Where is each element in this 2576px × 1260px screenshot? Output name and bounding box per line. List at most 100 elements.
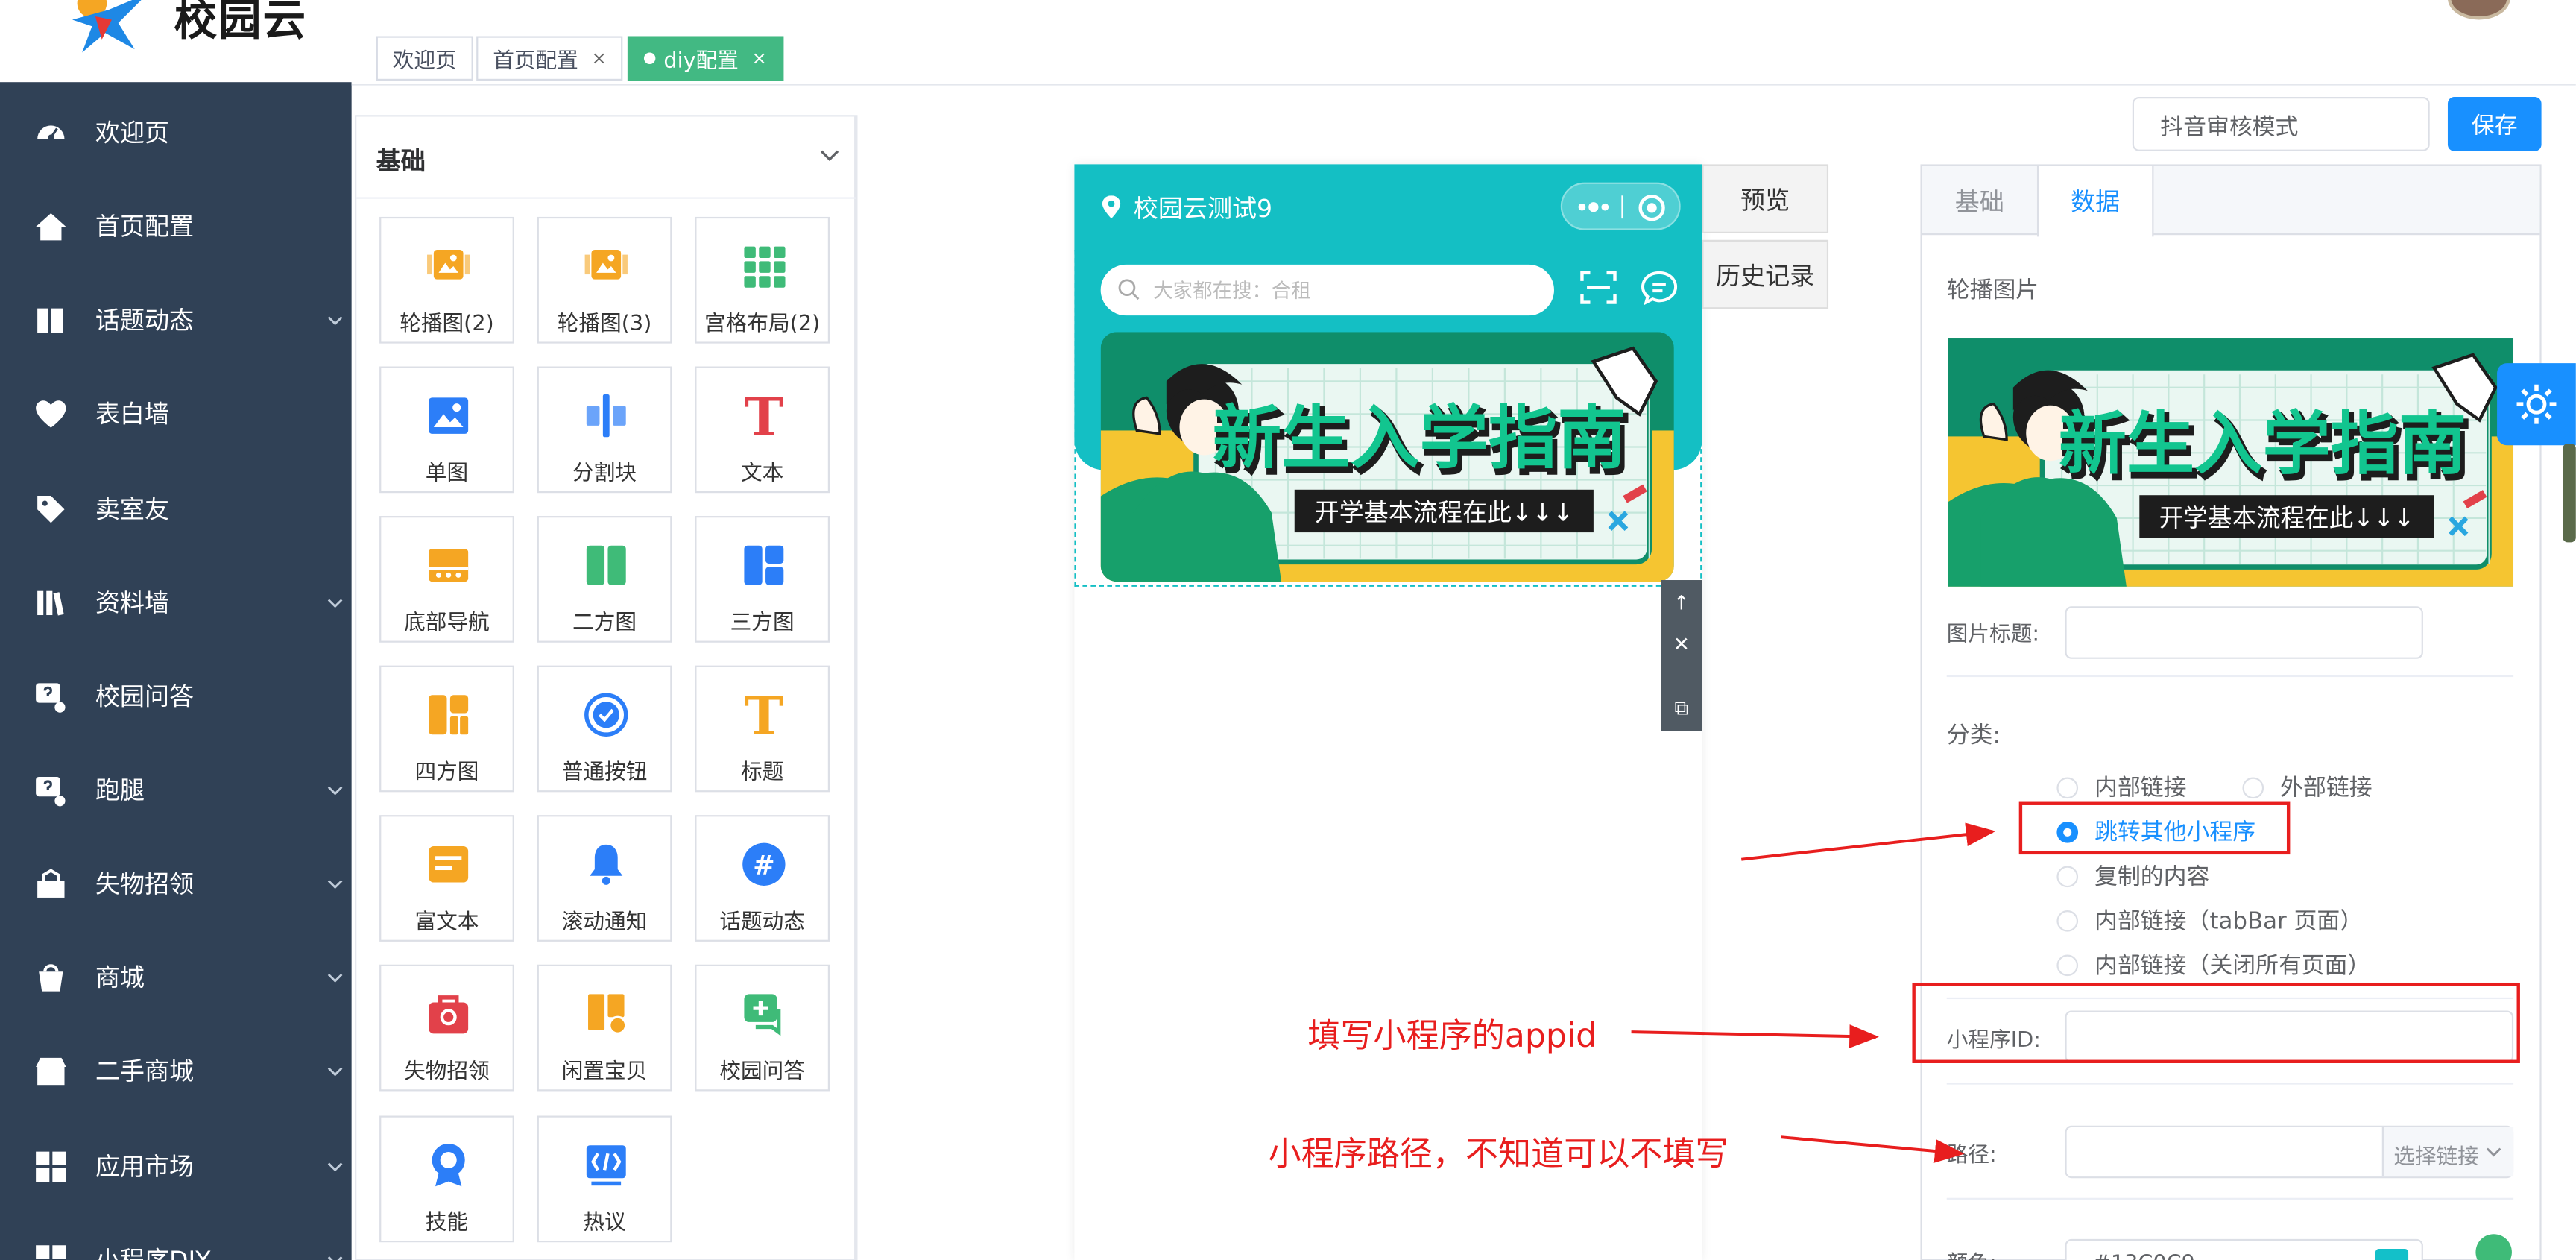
banner-title-fill: 新生入学指南 (2059, 404, 2466, 484)
miniprogram-capsule[interactable] (1560, 182, 1681, 230)
radio-external-link[interactable]: 外部链接 (2242, 771, 2373, 804)
sidebar-item-9[interactable]: 商城 (0, 930, 352, 1024)
svg-text:T: T (745, 391, 783, 441)
banner-subtitle: 开学基本流程在此↓↓↓ (1315, 498, 1573, 527)
check-button-icon (584, 693, 628, 737)
banner-subtitle: 开学基本流程在此↓↓↓ (2159, 504, 2414, 532)
sidebar-item-12[interactable]: 小程序DIY (0, 1213, 352, 1260)
color-value: #13C0C9 (2093, 1252, 2195, 1260)
library-icon (33, 585, 69, 620)
component-title[interactable]: T 标题 (695, 665, 830, 793)
capsule-divider (1621, 195, 1623, 219)
copy-icon[interactable]: ⧉ (1661, 690, 1702, 728)
tag-home-config[interactable]: 首页配置 × (476, 36, 623, 81)
sidebar-item-1[interactable]: 首页配置 (0, 179, 352, 273)
chevron-down-icon (327, 785, 343, 795)
scrollbar-indicator[interactable] (2563, 444, 2576, 543)
sidebar-item-6[interactable]: 校园问答 (0, 649, 352, 743)
diy-icon (33, 1241, 69, 1260)
component-goods[interactable]: 闲置宝贝 (537, 964, 672, 1092)
apps-icon (33, 1147, 69, 1183)
question-icon (33, 772, 69, 807)
goods-icon (588, 994, 628, 1035)
move-up-icon[interactable]: ↑ (1661, 583, 1702, 621)
sidebar-item-label: 失物招领 (95, 869, 195, 899)
component-label: 失物招领 (404, 1059, 490, 1085)
tag-diy-config[interactable]: diy配置 × (627, 36, 783, 81)
divider (1946, 675, 2514, 678)
heart-icon (33, 395, 69, 431)
sidebar-item-2[interactable]: 话题动态 (0, 273, 352, 367)
radio-internal-link[interactable]: 内部链接 (2056, 771, 2187, 804)
sidebar-item-label: 校园问答 (95, 681, 195, 712)
component-label: 轮播图(3) (557, 312, 652, 337)
component-image[interactable]: 单图 (379, 366, 514, 494)
image-carousel-icon (584, 250, 628, 280)
radio-circle (2242, 776, 2264, 798)
component-grid[interactable]: 宫格布局(2) (695, 216, 830, 344)
tag-welcome[interactable]: 欢迎页 (376, 36, 473, 81)
component-qa[interactable]: 校园问答 (695, 964, 830, 1092)
sidebar-item-3[interactable]: 表白墙 (0, 366, 352, 460)
close-icon[interactable]: × (751, 48, 766, 69)
sidebar: 欢迎页首页配置话题动态 表白墙 卖室友资料墙校园问答跑腿失物招领商城 二手商城 应用市场… (0, 82, 352, 1260)
component-check-button[interactable]: 普通按钮 (537, 665, 672, 793)
save-button[interactable]: 保存 (2447, 97, 2542, 151)
component-hot[interactable]: 热议 (537, 1115, 672, 1243)
annotation-arrows (1631, 822, 1996, 1163)
text-icon: T (745, 391, 783, 441)
sidebar-item-0[interactable]: 欢迎页 (0, 86, 352, 180)
sidebar-item-8[interactable]: 失物招领 (0, 837, 352, 930)
component-richtext[interactable]: 富文本 (379, 815, 514, 942)
preview-button[interactable]: 预览 (1702, 164, 1829, 233)
bottom-nav-icon (429, 549, 469, 582)
sidebar-item-4[interactable]: 卖室友 (0, 462, 352, 555)
chevron-down-icon (327, 879, 343, 889)
tag-label: 欢迎页 (392, 49, 457, 75)
component-four-grid[interactable]: 四方图 (379, 665, 514, 793)
active-dot-icon (643, 52, 656, 64)
sidebar-item-label: 首页配置 (95, 212, 195, 242)
settings-float-button[interactable] (2497, 363, 2576, 446)
carousel-image-preview[interactable]: 新生入学指南 新生入学指南 开学基本流程在此↓↓↓ (1948, 338, 2514, 587)
component-divider[interactable]: 分割块 (537, 366, 672, 494)
component-hashtag[interactable]: # 话题动态 (695, 815, 830, 942)
chevron-down-icon (327, 1255, 343, 1260)
component-image-carousel[interactable]: 轮播图(2) (379, 216, 514, 344)
tab-basic[interactable]: 基础 (1922, 166, 2037, 236)
component-three-column[interactable]: 三方图 (695, 516, 830, 643)
tab-data[interactable]: 数据 (2036, 166, 2154, 237)
question-icon (33, 678, 69, 714)
douyin-review-mode[interactable]: 抖音审核模式 (2132, 97, 2430, 151)
component-bottom-nav[interactable]: 底部导航 (379, 516, 514, 643)
component-two-column[interactable]: 二方图 (537, 516, 672, 643)
sidebar-item-5[interactable]: 资料墙 (0, 555, 352, 649)
component-label: 话题动态 (719, 910, 805, 936)
close-icon[interactable]: × (591, 48, 606, 69)
tag-icon (33, 491, 69, 526)
component-group-header[interactable]: 基础 (356, 116, 856, 199)
phone-banner[interactable]: 新生入学指南 新生入学指南 开学基本流程在此↓↓↓ (1100, 332, 1674, 582)
location-name: 校园云测试9 (1133, 194, 1273, 224)
component-bell[interactable]: 滚动通知 (537, 815, 672, 942)
image-title-label: 图片标题: (1946, 623, 2040, 648)
image-carousel-icon (427, 250, 470, 280)
sidebar-item-11[interactable]: 应用市场 (0, 1119, 352, 1213)
component-badge[interactable]: 技能 (379, 1115, 514, 1243)
sidebar-item-label: 资料墙 (95, 588, 170, 618)
component-image-carousel[interactable]: 轮播图(3) (537, 216, 672, 344)
component-bag[interactable]: 失物招领 (379, 964, 514, 1092)
history-button[interactable]: 历史记录 (1702, 239, 1829, 309)
delete-icon[interactable]: ✕ (1661, 625, 1702, 663)
sidebar-item-7[interactable]: 跑腿 (0, 743, 352, 837)
chevron-down-icon (820, 150, 839, 162)
app-root: 校园云 欢迎页 首页配置 话题动态 表白墙 卖室友 资料墙 校园问答 跑腿 失物招领 商城 二手商城… (0, 0, 2576, 1260)
color-input[interactable]: #13C0C9 (2065, 1238, 2423, 1260)
three-column-icon (744, 545, 784, 585)
sidebar-item-10[interactable]: 二手商城 (0, 1024, 352, 1118)
image-title-input[interactable] (2065, 606, 2423, 659)
component-label: 四方图 (414, 760, 479, 786)
component-text[interactable]: T 文本 (695, 366, 830, 494)
color-swatch[interactable] (2375, 1249, 2409, 1260)
component-label: 二方图 (572, 611, 637, 636)
